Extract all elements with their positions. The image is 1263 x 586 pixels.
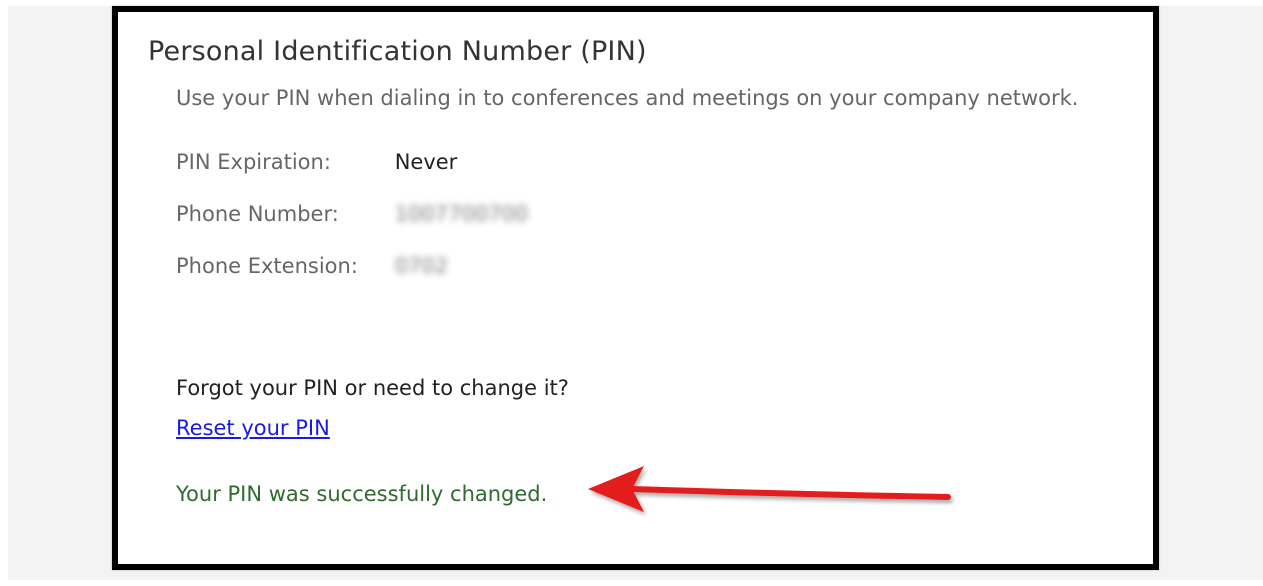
pin-expiration-label: PIN Expiration: bbox=[176, 150, 331, 174]
phone-extension-value: 0702 bbox=[394, 254, 449, 278]
red-arrow-icon bbox=[588, 466, 951, 512]
pin-description: Use your PIN when dialing in to conferen… bbox=[176, 86, 1079, 110]
phone-number-label: Phone Number: bbox=[176, 202, 339, 226]
phone-extension-row: Phone Extension: 0702 bbox=[176, 254, 448, 278]
phone-number-value: 1007700700 bbox=[394, 202, 529, 226]
pin-expiration-value: Never bbox=[394, 150, 458, 174]
phone-number-row: Phone Number: 1007700700 bbox=[176, 202, 528, 226]
phone-extension-label: Phone Extension: bbox=[176, 254, 358, 278]
success-message: Your PIN was successfully changed. bbox=[176, 482, 548, 506]
page-title: Personal Identification Number (PIN) bbox=[148, 36, 647, 67]
pin-expiration-row: PIN Expiration: Never bbox=[176, 150, 457, 174]
pin-panel: Personal Identification Number (PIN) Use… bbox=[112, 6, 1159, 570]
forgot-pin-prompt: Forgot your PIN or need to change it? bbox=[176, 376, 569, 400]
reset-pin-link[interactable]: Reset your PIN bbox=[176, 416, 330, 440]
